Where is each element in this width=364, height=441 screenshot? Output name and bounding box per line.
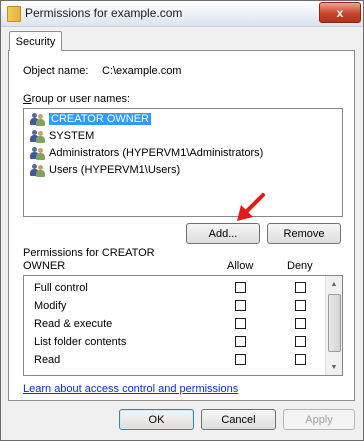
scroll-down-icon[interactable]: ▼	[326, 359, 342, 375]
permission-name: Full control	[34, 282, 88, 294]
deny-checkbox-read-execute[interactable]	[295, 318, 306, 329]
permissions-scrollbar[interactable]: ▲ ▼	[325, 276, 342, 375]
allow-checkbox-modify[interactable]	[235, 300, 246, 311]
list-item-label: SYSTEM	[49, 130, 95, 142]
group-user-list[interactable]: CREATOR OWNER SYSTEM Administrators (HYP…	[23, 108, 343, 217]
tab-security[interactable]: Security	[9, 31, 62, 51]
group-or-user-names-label: Group or user names:	[23, 93, 130, 105]
title-bar[interactable]: Permissions for example.com x	[1, 1, 363, 27]
user-group-icon	[30, 112, 46, 126]
allow-checkbox-read-execute[interactable]	[235, 318, 246, 329]
ok-button[interactable]: OK	[119, 409, 194, 430]
folder-icon	[7, 6, 21, 22]
object-name-label: Object name:	[23, 65, 89, 77]
permission-name: Read & execute	[34, 318, 113, 330]
deny-column-header: Deny	[287, 260, 313, 272]
permission-row-full-control: Full control	[24, 279, 324, 297]
list-item-users[interactable]: Users (HYPERVM1\Users)	[25, 162, 341, 178]
permission-name: Read	[34, 354, 61, 366]
user-group-icon	[30, 146, 46, 160]
list-item-label: Administrators (HYPERVM1\Administrators)	[49, 147, 264, 159]
list-item-creator-owner[interactable]: CREATOR OWNER	[25, 111, 341, 127]
deny-checkbox-modify[interactable]	[295, 300, 306, 311]
user-group-icon	[30, 163, 46, 177]
permissions-list: Full control Modify Read & execute List …	[23, 275, 343, 376]
list-item-label: Users (HYPERVM1\Users)	[49, 164, 181, 176]
scroll-thumb[interactable]	[328, 294, 341, 352]
cancel-button[interactable]: Cancel	[201, 409, 276, 430]
deny-checkbox-read[interactable]	[295, 354, 306, 365]
permissions-for-label: Permissions for CREATOR OWNER	[23, 247, 155, 272]
close-button[interactable]: x	[319, 2, 361, 23]
permission-row-read: Read	[24, 351, 324, 369]
list-item-administrators[interactable]: Administrators (HYPERVM1\Administrators)	[25, 145, 341, 161]
permission-name: List folder contents	[34, 336, 127, 348]
window-title: Permissions for example.com	[25, 6, 183, 20]
learn-access-control-link[interactable]: Learn about access control and permissio…	[23, 383, 238, 395]
deny-checkbox-list-folder-contents[interactable]	[295, 336, 306, 347]
remove-button[interactable]: Remove	[267, 223, 341, 244]
close-icon: x	[336, 5, 344, 20]
permissions-dialog: Permissions for example.com x Security O…	[0, 0, 364, 441]
deny-checkbox-full-control[interactable]	[295, 282, 306, 293]
list-item-label: CREATOR OWNER	[49, 113, 151, 125]
permission-row-list-folder-contents: List folder contents	[24, 333, 324, 351]
user-group-icon	[30, 129, 46, 143]
add-button[interactable]: Add...	[186, 223, 260, 244]
permission-row-read-execute: Read & execute	[24, 315, 324, 333]
scroll-up-icon[interactable]: ▲	[326, 276, 342, 292]
allow-checkbox-read[interactable]	[235, 354, 246, 365]
object-name-value: C:\example.com	[102, 65, 182, 77]
permission-row-modify: Modify	[24, 297, 324, 315]
apply-button[interactable]: Apply	[283, 409, 355, 430]
permission-name: Modify	[34, 300, 67, 312]
allow-checkbox-list-folder-contents[interactable]	[235, 336, 246, 347]
red-arrow-icon	[237, 193, 265, 221]
allow-column-header: Allow	[227, 260, 254, 272]
allow-checkbox-full-control[interactable]	[235, 282, 246, 293]
list-item-system[interactable]: SYSTEM	[25, 128, 341, 144]
